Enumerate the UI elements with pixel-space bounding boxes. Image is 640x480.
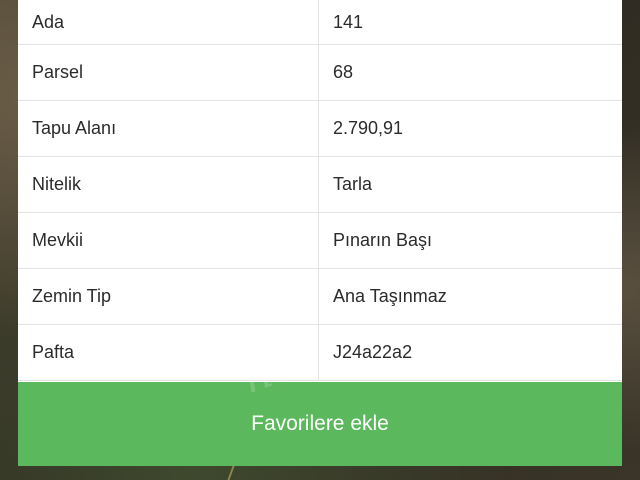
row-value: 141 [318,0,622,45]
row-value: 2.790,91 [318,100,622,157]
parcel-info-panel: Ada 141 Parsel 68 Tapu Alanı 2.790,91 Ni… [18,0,622,466]
row-value: Pınarın Başı [318,212,622,269]
row-label: Nitelik [18,156,319,213]
row-label: Mevkii [18,212,319,269]
row-value: Ana Taşınmaz [318,268,622,325]
row-label: Ada [18,0,319,45]
row-label: Zemin Tip [18,268,319,325]
parcel-info-table: Ada 141 Parsel 68 Tapu Alanı 2.790,91 Ni… [18,0,622,381]
row-value: J24a22a2 [318,324,622,381]
row-value: 68 [318,44,622,101]
table-row-parsel: Parsel 68 [18,44,622,101]
table-row-ada: Ada 141 [18,0,622,45]
row-value: Tarla [318,156,622,213]
table-row-zemin-tip: Zemin Tip Ana Taşınmaz [18,268,622,325]
map-road-fragment [227,466,275,480]
add-to-favorites-label: Favorilere ekle [251,412,389,435]
table-row-nitelik: Nitelik Tarla [18,156,622,213]
table-row-tapu-alani: Tapu Alanı 2.790,91 [18,100,622,157]
row-label: Pafta [18,324,319,381]
row-label: Tapu Alanı [18,100,319,157]
add-to-favorites-button[interactable]: Favorilere ekle [18,382,622,466]
row-label: Parsel [18,44,319,101]
table-row-mevkii: Mevkii Pınarın Başı [18,212,622,269]
table-row-pafta: Pafta J24a22a2 [18,324,622,381]
